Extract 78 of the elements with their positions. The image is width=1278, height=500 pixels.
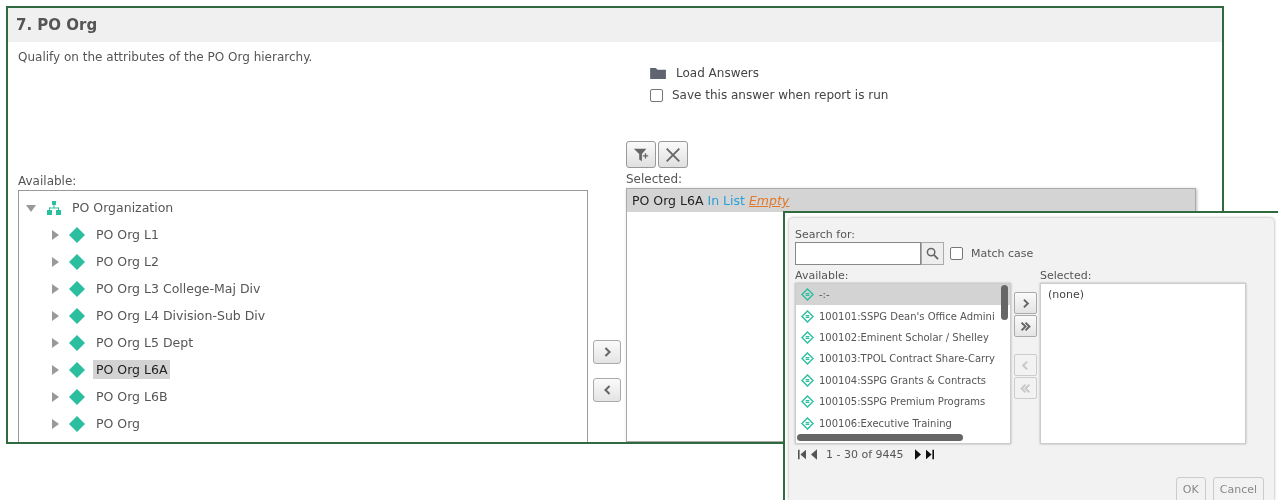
element-icon [801, 330, 814, 344]
first-page-icon[interactable] [798, 449, 806, 460]
expander-icon[interactable] [49, 417, 61, 430]
next-page-icon[interactable] [914, 449, 921, 460]
diamond-icon [69, 388, 85, 405]
tree-item[interactable]: PO Org L2 [93, 252, 162, 271]
selected-label: Selected: [626, 172, 684, 186]
available-label: Available: [18, 174, 78, 188]
list-item[interactable]: 100106:Executive Training [796, 412, 1010, 434]
element-icon [801, 416, 814, 430]
double-chevron-icon [1020, 320, 1031, 332]
tree-item[interactable]: PO Org L4 Division-Sub Div [93, 306, 269, 325]
close-icon [664, 145, 682, 164]
expander-icon[interactable] [49, 390, 61, 403]
move-left-button[interactable] [593, 378, 621, 402]
tree-item[interactable]: PO Org [93, 414, 144, 433]
checkbox[interactable] [950, 247, 963, 260]
clear-button[interactable] [658, 141, 688, 168]
scrollbar[interactable] [797, 434, 963, 441]
tree-item[interactable]: PO Organization [69, 198, 177, 217]
search-button[interactable] [921, 242, 944, 265]
diamond-icon [69, 415, 85, 432]
search-field[interactable] [795, 242, 921, 265]
expander-icon[interactable] [49, 363, 61, 376]
last-page-icon[interactable] [925, 449, 934, 460]
chevron-icon [1020, 297, 1031, 309]
expander-icon[interactable] [49, 255, 61, 268]
diamond-icon [69, 361, 85, 378]
attribute-text: PO Org L6A [632, 193, 704, 208]
list-item: (none) [1048, 288, 1086, 301]
diamond-icon [69, 307, 85, 324]
chevron-icon [1020, 359, 1031, 371]
checkbox-label: Save this answer when report is run [672, 88, 889, 102]
tree-item[interactable]: PO Org L3 College-Maj Div [93, 279, 264, 298]
list-item[interactable]: -:- [796, 284, 1010, 306]
list-item[interactable]: 100105:SSPG Premium Programs [796, 390, 1010, 413]
add-button[interactable] [1014, 292, 1037, 314]
tree-item[interactable]: PO Org L6B [93, 387, 171, 406]
tree-item[interactable]: PO Org L1 [93, 225, 162, 244]
list-item[interactable]: 100104:SSPG Grants & Contracts [796, 369, 1010, 391]
element-icon [801, 288, 814, 302]
chevron-right-icon [602, 346, 612, 358]
selected-label: Selected: [1040, 269, 1093, 282]
hierarchy-icon [47, 200, 61, 215]
tree-item[interactable]: PO Org L5 Dept [93, 333, 197, 352]
diamond-icon [69, 226, 85, 243]
search-icon [926, 247, 939, 260]
element-icon [801, 352, 814, 366]
available-label: Available: [795, 269, 850, 282]
list-item[interactable]: 100103:TPOL Contract Share-Carry [796, 348, 1010, 370]
previous-page-icon[interactable] [811, 449, 817, 460]
description-text: Qualify on the attributes of the PO Org hierarchy. [18, 50, 314, 64]
checkbox[interactable] [650, 88, 663, 102]
tree-item[interactable]: PO Org L6A [93, 360, 171, 379]
move-right-button[interactable] [593, 340, 621, 364]
add-all-button[interactable] [1014, 315, 1037, 337]
chevron-left-icon [602, 384, 612, 396]
panel-title: 7. PO Org [16, 16, 98, 34]
diamond-icon [69, 253, 85, 270]
load-answers-link[interactable]: Load Answers [676, 66, 760, 80]
double-chevron-icon [1020, 382, 1031, 394]
expander-icon[interactable] [49, 282, 61, 295]
expander-icon[interactable] [49, 336, 61, 349]
pager-text: 1 - 30 of 9445 [826, 448, 904, 461]
diamond-icon [69, 334, 85, 351]
list-item[interactable]: 100102:Eminent Scholar / Shelley [796, 326, 1010, 349]
expander-icon[interactable] [49, 228, 61, 241]
list-item[interactable]: 100101:SSPG Dean's Office Admini [796, 305, 1010, 327]
element-icon [801, 309, 814, 323]
element-icon [801, 373, 814, 387]
scrollbar[interactable] [1001, 285, 1008, 320]
search-label: Search for: [795, 228, 856, 241]
folder-icon[interactable] [650, 66, 667, 80]
checkbox-label: Match case [971, 247, 1034, 260]
element-icon [801, 395, 814, 409]
diamond-icon [69, 280, 85, 297]
add-filter-button[interactable] [626, 141, 656, 168]
expander-icon[interactable] [49, 309, 61, 322]
